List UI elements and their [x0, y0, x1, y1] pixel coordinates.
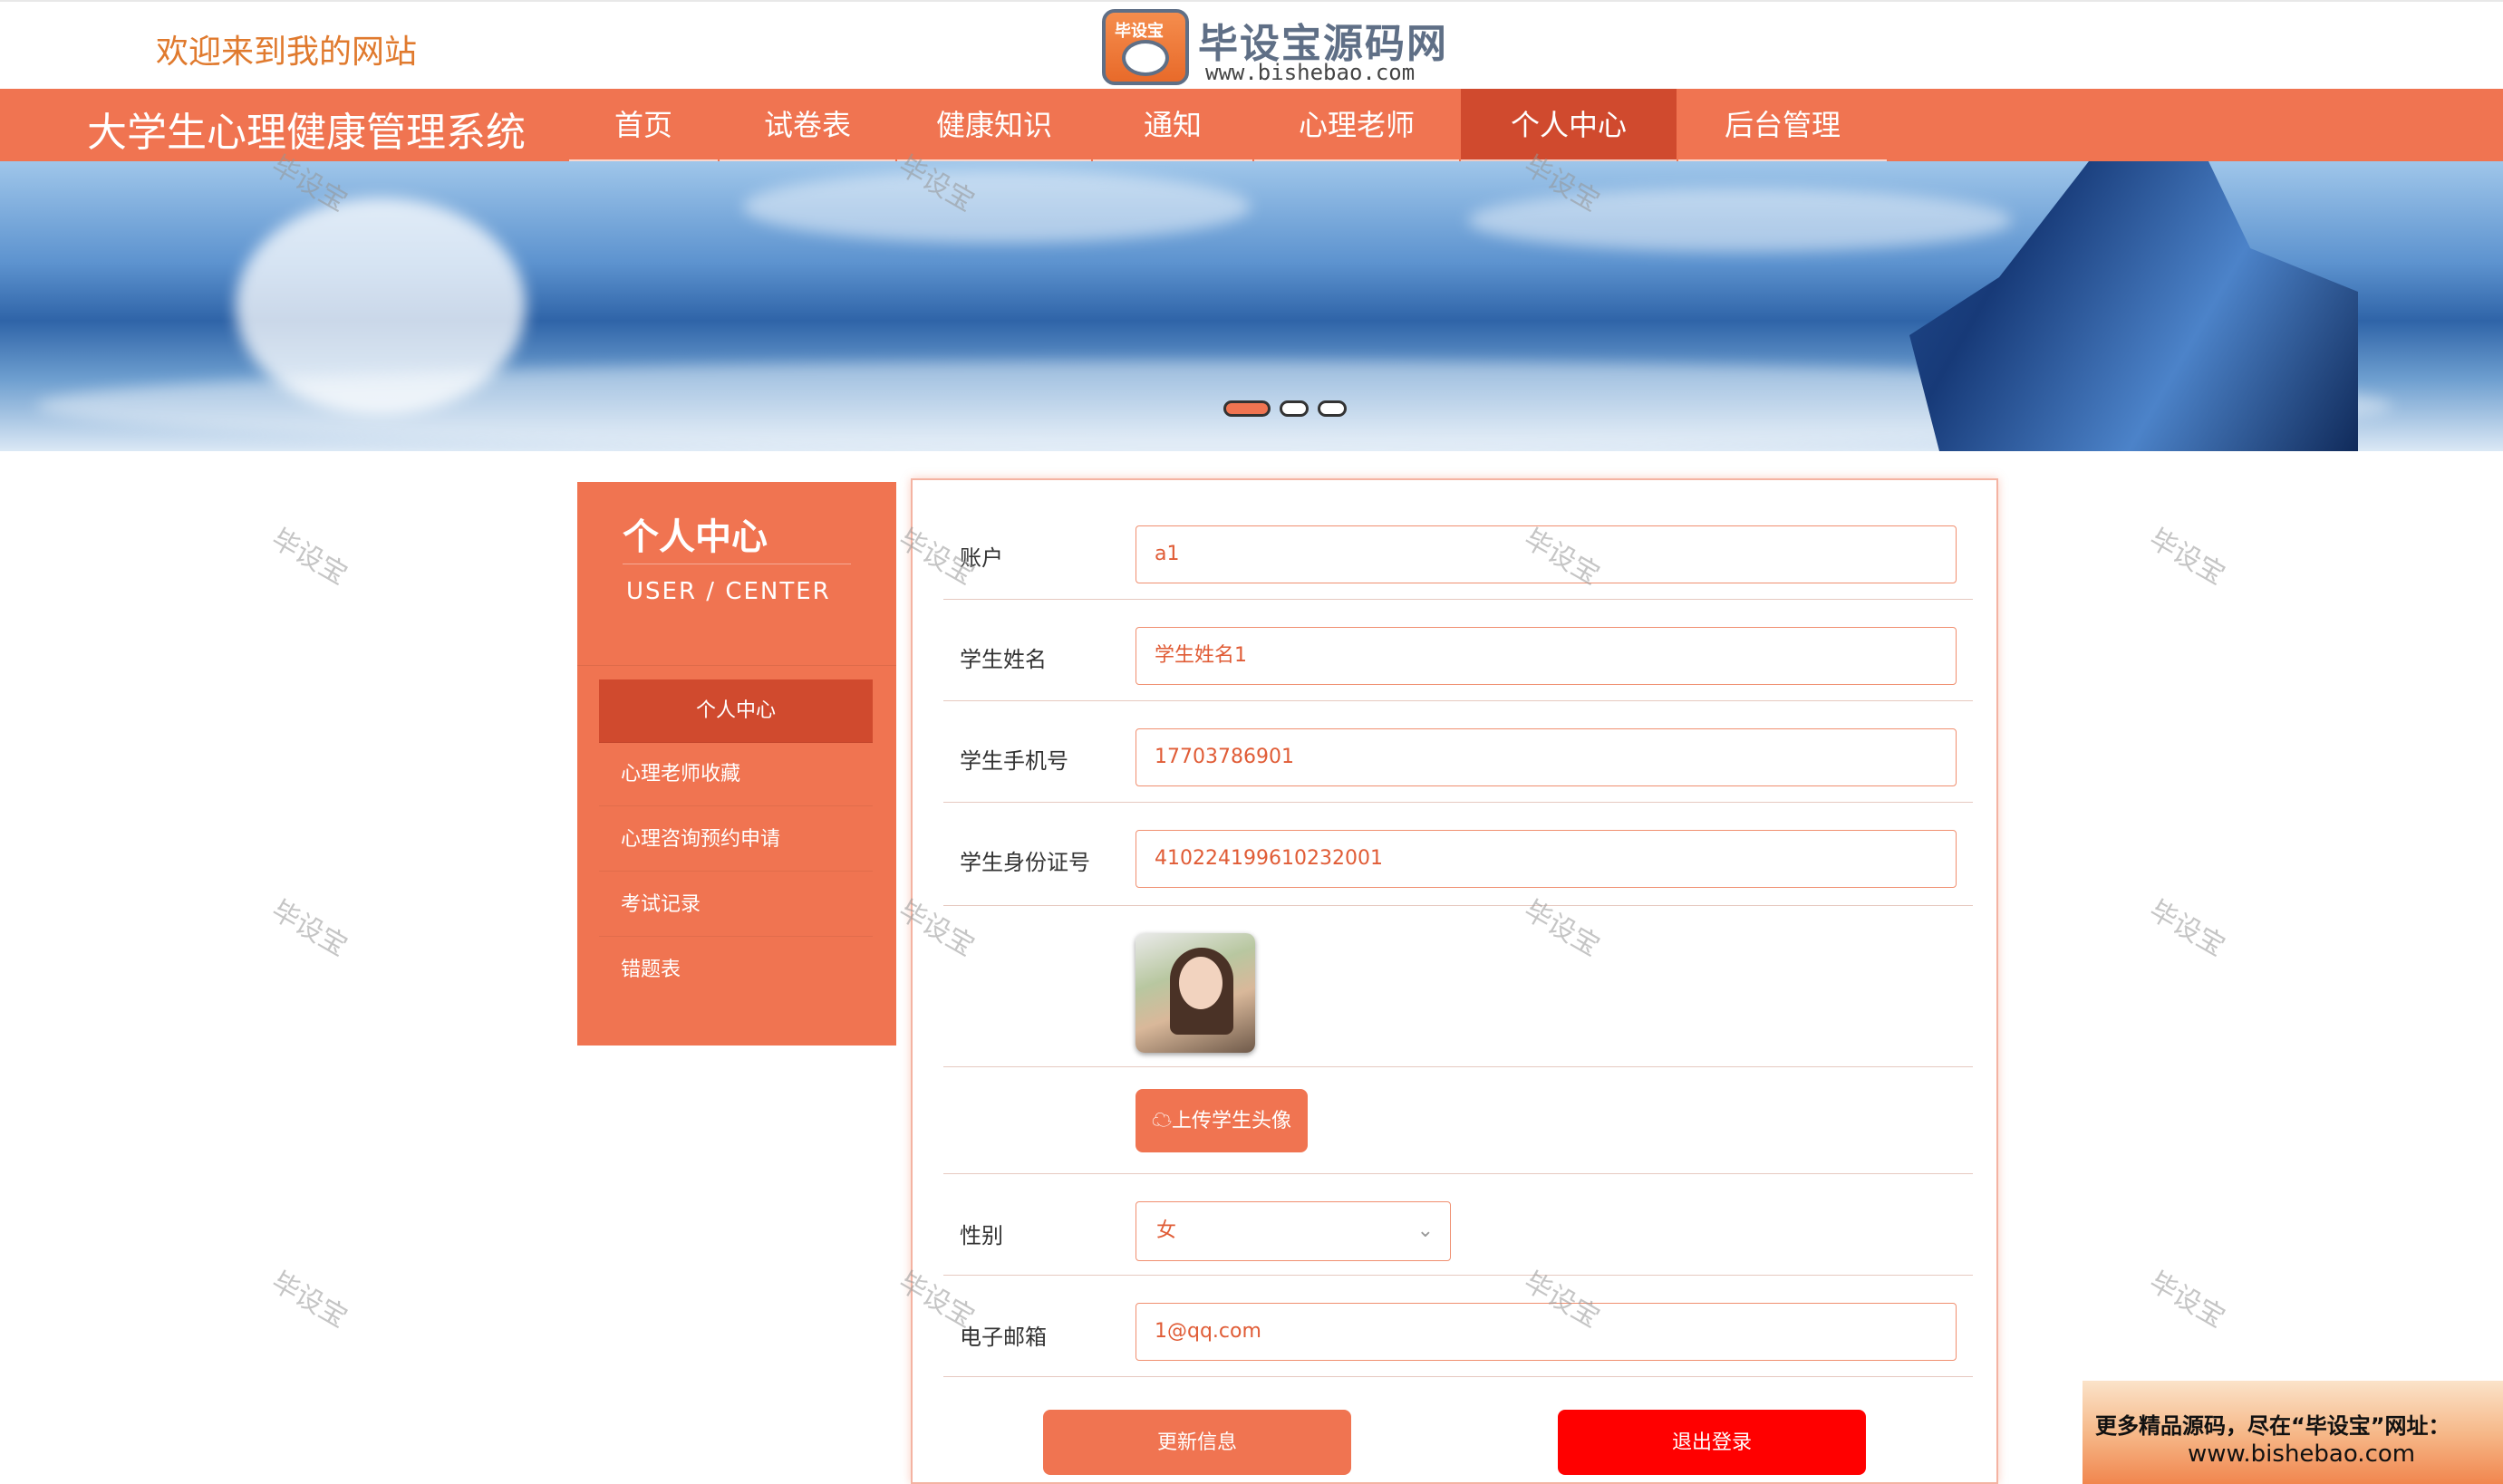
top-bar: 欢迎来到我的网站 毕设宝 毕设宝源码网 www.bishebao.com — [0, 0, 2503, 89]
welcome-text: 欢迎来到我的网站 — [156, 34, 418, 71]
sidebar-subtitle: USER / CENTER — [626, 578, 831, 605]
gender-value: 女 — [1156, 1219, 1177, 1242]
name-input[interactable]: 学生姓名1 — [1136, 627, 1957, 685]
user-sidebar: 个人中心 USER / CENTER 个人中心 心理老师收藏 心理咨询预约申请 … — [577, 482, 896, 1046]
email-label: 电子邮箱 — [960, 1325, 1047, 1350]
avatar-face — [1179, 957, 1223, 1009]
upload-avatar-button[interactable]: ☁上传学生头像 — [1136, 1089, 1308, 1152]
promo-url: www.bishebao.com — [2188, 1441, 2416, 1468]
form-row-idcard: 学生身份证号 410224199610232001 — [943, 803, 1973, 906]
form-row-email: 电子邮箱 1@qq.com — [943, 1276, 1973, 1377]
logout-button[interactable]: 退出登录 — [1558, 1410, 1866, 1475]
site-title: 大学生心理健康管理系统 — [87, 110, 526, 156]
nav-item-admin[interactable]: 后台管理 — [1678, 89, 1887, 163]
watermark-text: 毕设宝 — [266, 894, 353, 963]
carousel-dot-2[interactable] — [1280, 400, 1309, 417]
promo-text: 更多精品源码，尽在“毕设宝”网址： — [2095, 1413, 2450, 1439]
sidebar-separator — [577, 665, 896, 666]
phone-input[interactable]: 17703786901 — [1136, 728, 1957, 786]
form-row-gender: 性别 女 ⌄ — [943, 1174, 1973, 1276]
form-row-upload: ☁上传学生头像 — [943, 1067, 1973, 1174]
nav-item-user-center[interactable]: 个人中心 — [1461, 89, 1677, 163]
form-row-account: 账户 a1 — [943, 480, 1973, 600]
sidebar-item-user-center[interactable]: 个人中心 — [599, 679, 873, 743]
carousel-dots — [1223, 400, 1347, 417]
watermark-text: 毕设宝 — [266, 1266, 353, 1335]
form-row-name: 学生姓名 学生姓名1 — [943, 600, 1973, 701]
idcard-label: 学生身份证号 — [960, 850, 1090, 875]
sidebar-item-wrong-questions[interactable]: 错题表 — [599, 939, 873, 1002]
promo-banner[interactable]: 更多精品源码，尽在“毕设宝”网址： www.bishebao.com — [2083, 1381, 2503, 1484]
carousel-dot-1[interactable] — [1223, 400, 1271, 417]
gender-select[interactable]: 女 ⌄ — [1136, 1201, 1451, 1261]
update-info-button[interactable]: 更新信息 — [1043, 1410, 1351, 1475]
banner-cloud — [743, 170, 1251, 243]
logo-badge-text: 毕设宝 — [1115, 22, 1164, 41]
email-input[interactable]: 1@qq.com — [1136, 1303, 1957, 1361]
nav-item-notice[interactable]: 通知 — [1093, 89, 1252, 163]
site-logo[interactable]: 毕设宝 毕设宝源码网 www.bishebao.com — [1098, 5, 1452, 92]
sidebar-item-appointment[interactable]: 心理咨询预约申请 — [599, 808, 873, 872]
phone-label: 学生手机号 — [960, 748, 1068, 774]
nav-item-home[interactable]: 首页 — [569, 89, 718, 163]
gender-label: 性别 — [960, 1223, 1003, 1248]
hero-banner — [0, 161, 2503, 451]
watermark-text: 毕设宝 — [2143, 523, 2230, 592]
chevron-down-icon: ⌄ — [1416, 1219, 1434, 1242]
watermark-text: 毕设宝 — [2143, 1266, 2230, 1335]
watermark-text: 毕设宝 — [266, 523, 353, 592]
idcard-input[interactable]: 410224199610232001 — [1136, 830, 1957, 888]
cloud-upload-icon: ☁ — [1151, 1109, 1172, 1132]
logo-face-icon — [1122, 40, 1169, 76]
profile-form: 账户 a1 学生姓名 学生姓名1 学生手机号 17703786901 学生身份证… — [911, 478, 1998, 1484]
nav-item-health-knowledge[interactable]: 健康知识 — [897, 89, 1091, 163]
nav-item-exam-papers[interactable]: 试卷表 — [720, 89, 895, 163]
form-row-phone: 学生手机号 17703786901 — [943, 701, 1973, 803]
logo-badge-icon: 毕设宝 — [1102, 9, 1189, 85]
sidebar-title: 个人中心 — [623, 516, 768, 558]
sidebar-item-counselor-favorites[interactable]: 心理老师收藏 — [599, 743, 873, 806]
carousel-dot-3[interactable] — [1318, 400, 1347, 417]
student-avatar — [1136, 933, 1255, 1053]
watermark-text: 毕设宝 — [2143, 894, 2230, 963]
form-row-avatar — [943, 906, 1973, 1067]
banner-cloud — [1468, 188, 2012, 252]
upload-avatar-label: 上传学生头像 — [1172, 1109, 1292, 1132]
nav-item-counselor[interactable]: 心理老师 — [1254, 89, 1459, 163]
name-label: 学生姓名 — [960, 647, 1047, 672]
logo-url: www.bishebao.com — [1205, 60, 1416, 85]
sidebar-item-exam-records[interactable]: 考试记录 — [599, 873, 873, 937]
main-nav: 大学生心理健康管理系统 首页 试卷表 健康知识 通知 心理老师 个人中心 后台管… — [0, 89, 2503, 163]
